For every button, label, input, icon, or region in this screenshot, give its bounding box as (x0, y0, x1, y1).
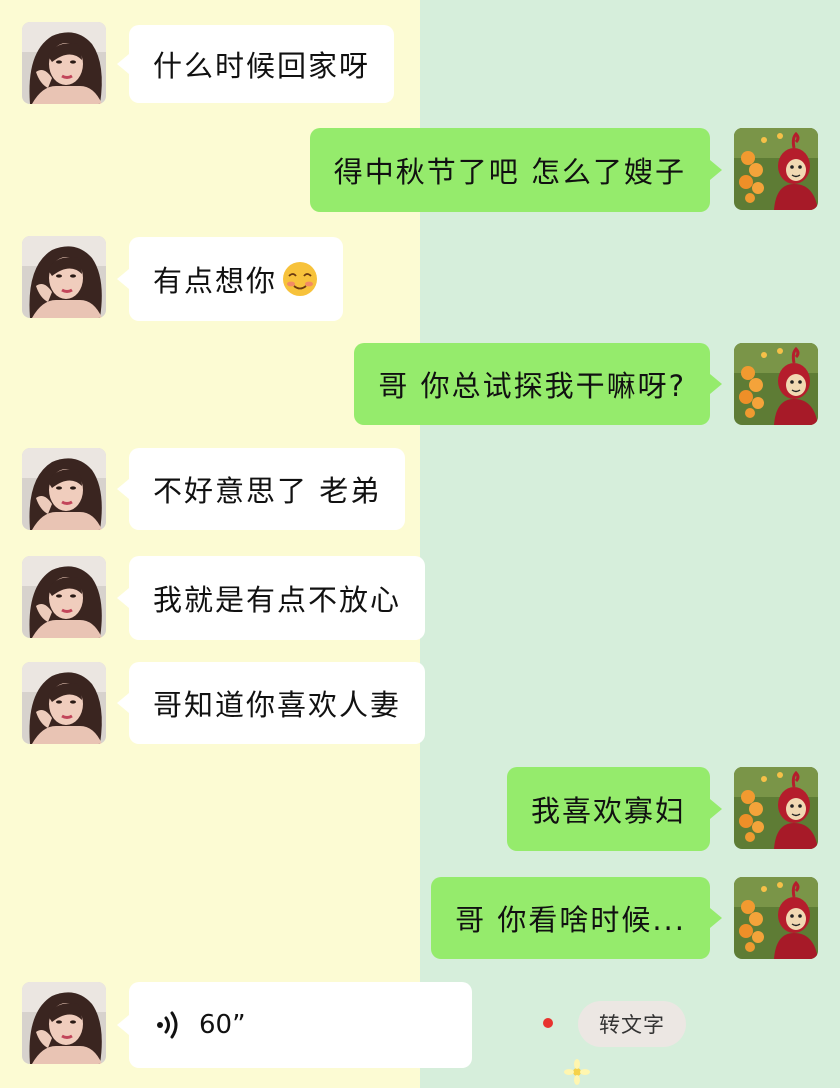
my-avatar[interactable] (734, 767, 818, 849)
voice-message-bubble[interactable]: 60” (117, 982, 472, 1068)
message-text: 什么时候回家呀 (153, 49, 371, 83)
contact-avatar[interactable] (22, 236, 106, 318)
my-avatar[interactable] (734, 128, 818, 210)
contact-avatar[interactable] (22, 556, 106, 638)
incoming-message-bubble[interactable]: 什么时候回家呀 (117, 25, 395, 103)
message-text: 不好意思了 老弟 (153, 474, 382, 508)
message-text: 哥 你看啥时候... (455, 903, 686, 937)
contact-avatar[interactable] (22, 448, 106, 530)
outgoing-message-bubble[interactable]: 我喜欢寡妇 (506, 767, 722, 851)
message-row: 60” (0, 982, 840, 1068)
message-text: 我就是有点不放心 (153, 583, 402, 617)
message-row: 哥 你看啥时候... (0, 877, 840, 959)
incoming-message-bubble[interactable]: 有点想你 (117, 237, 344, 321)
message-text: 哥知道你喜欢人妻 (153, 688, 402, 722)
incoming-message-bubble[interactable]: 不好意思了 老弟 (117, 448, 406, 530)
outgoing-message-bubble[interactable]: 得中秋节了吧 怎么了嫂子 (309, 128, 722, 212)
message-text: 我喜欢寡妇 (530, 794, 686, 828)
flower-sticker-icon (560, 1058, 594, 1088)
my-avatar[interactable] (734, 877, 818, 959)
voice-wave-icon (153, 1008, 187, 1042)
message-text: 得中秋节了吧 怎么了嫂子 (333, 155, 686, 189)
message-row: 我就是有点不放心 (0, 556, 840, 640)
outgoing-message-bubble[interactable]: 哥 你总试探我干嘛呀? (354, 343, 722, 425)
contact-avatar[interactable] (22, 982, 106, 1064)
message-text: 有点想你 (153, 264, 278, 298)
message-text: 哥 你总试探我干嘛呀? (378, 369, 686, 403)
voice-duration: 60” (199, 1010, 246, 1040)
message-row: 哥知道你喜欢人妻 (0, 662, 840, 744)
smiling-blushing-emoji-icon (281, 260, 319, 298)
my-avatar[interactable] (734, 343, 818, 425)
message-row: 哥 你总试探我干嘛呀? (0, 343, 840, 425)
message-row: 得中秋节了吧 怎么了嫂子 (0, 128, 840, 212)
convert-to-text-button[interactable]: 转文字 (578, 1001, 686, 1047)
message-row: 不好意思了 老弟 (0, 448, 840, 530)
contact-avatar[interactable] (22, 22, 106, 104)
message-row: 什么时候回家呀 (0, 22, 840, 104)
message-row: 我喜欢寡妇 (0, 767, 840, 851)
contact-avatar[interactable] (22, 662, 106, 744)
incoming-message-bubble[interactable]: 哥知道你喜欢人妻 (117, 662, 426, 744)
outgoing-message-bubble[interactable]: 哥 你看啥时候... (431, 877, 722, 959)
message-row: 有点想你 (0, 236, 840, 321)
unread-indicator (543, 1018, 553, 1028)
incoming-message-bubble[interactable]: 我就是有点不放心 (117, 556, 426, 640)
